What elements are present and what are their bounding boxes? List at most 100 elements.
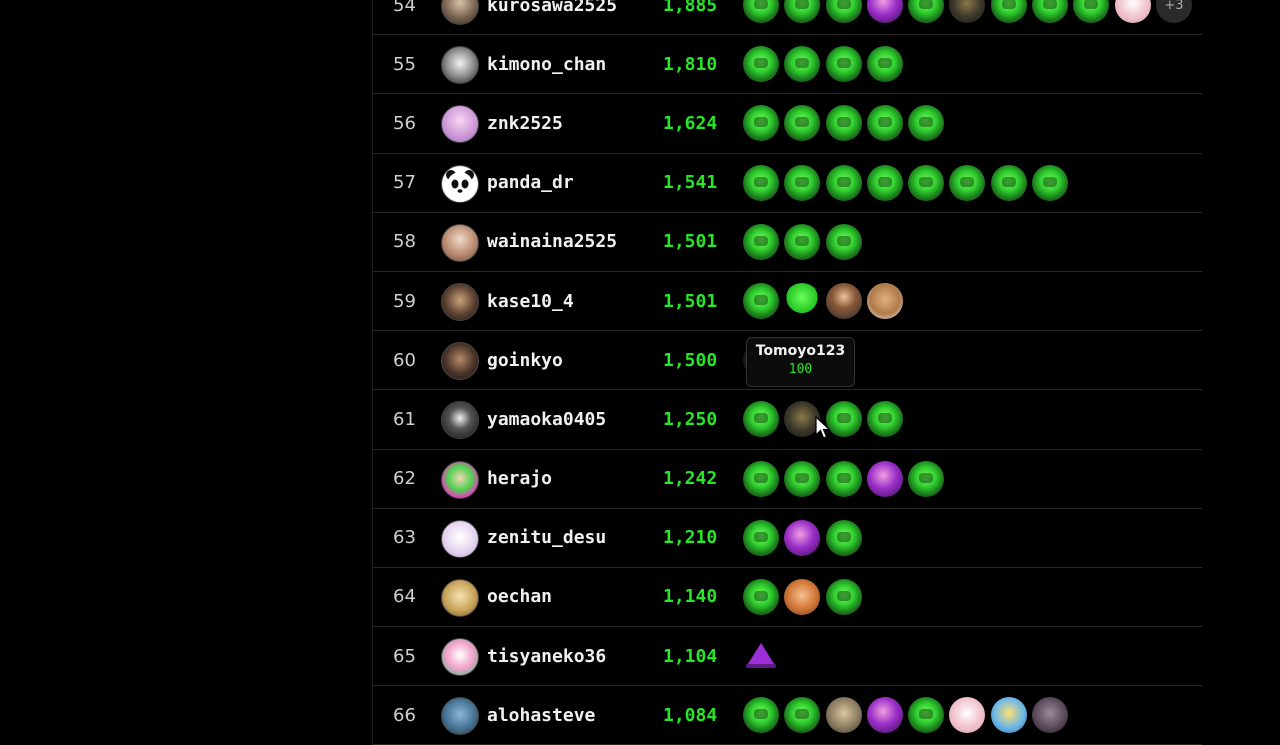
green-medal-icon[interactable] — [784, 697, 821, 734]
leaderboard-row[interactable]: 61 yamaoka0405 1,250 — [372, 390, 1202, 450]
green-medal-icon[interactable] — [743, 0, 779, 23]
leaderboard-row[interactable]: 66 alohasteve 1,084 — [372, 686, 1202, 745]
purple-portrait-badge-icon[interactable] — [866, 460, 903, 497]
sky-badge-icon[interactable] — [990, 697, 1027, 734]
orange-badge-icon[interactable] — [784, 578, 821, 615]
green-medal-icon[interactable] — [743, 164, 779, 201]
leaderboard-row[interactable]: 62 herajo 1,242 — [372, 449, 1202, 509]
green-medal-icon[interactable] — [743, 578, 779, 615]
green-medal-icon[interactable] — [825, 223, 862, 260]
green-medal-icon[interactable] — [908, 460, 945, 497]
purple-portrait-badge-icon[interactable] — [866, 0, 903, 23]
username[interactable]: oechan — [487, 568, 552, 626]
green-medal-icon[interactable] — [990, 0, 1027, 23]
green-medal-icon[interactable] — [1032, 0, 1069, 23]
green-medal-icon[interactable] — [866, 401, 903, 438]
green-medal-icon[interactable] — [825, 105, 862, 142]
username[interactable]: kase10_4 — [487, 272, 574, 330]
green-sticker-badge-icon[interactable] — [784, 282, 821, 319]
green-medal-icon[interactable] — [784, 223, 821, 260]
username[interactable]: alohasteve — [487, 686, 595, 744]
green-medal-icon[interactable] — [743, 460, 779, 497]
leaderboard-row[interactable]: 65 tisyaneko36 1,104 — [372, 627, 1202, 687]
user-avatar[interactable] — [441, 282, 479, 321]
leaderboard-row[interactable]: 64 oechan 1,140 — [372, 567, 1202, 628]
green-medal-icon[interactable] — [743, 282, 779, 319]
leaderboard-row[interactable]: 55 kimono_chan 1,810 — [372, 35, 1202, 95]
green-medal-icon[interactable] — [784, 46, 821, 83]
green-medal-icon[interactable] — [1073, 0, 1110, 23]
pink-badge-icon[interactable] — [949, 697, 986, 734]
green-medal-icon[interactable] — [784, 460, 821, 497]
user-avatar[interactable] — [441, 105, 479, 144]
green-medal-icon[interactable] — [743, 223, 779, 260]
user-avatar[interactable] — [441, 638, 479, 677]
username[interactable]: herajo — [487, 450, 552, 508]
username[interactable]: tisyaneko36 — [487, 627, 606, 685]
green-medal-icon[interactable] — [908, 0, 945, 23]
green-medal-icon[interactable] — [908, 697, 945, 734]
green-medal-icon[interactable] — [1032, 164, 1069, 201]
username[interactable]: kimono_chan — [487, 35, 606, 93]
tv-badge-icon[interactable] — [825, 697, 862, 734]
username[interactable]: kurosawa2525 — [487, 0, 617, 34]
username[interactable]: yamaoka0405 — [487, 390, 606, 448]
panda-avatar-icon[interactable] — [441, 164, 479, 203]
user-avatar[interactable] — [441, 223, 479, 262]
gray-badge-icon[interactable] — [1032, 697, 1069, 734]
more-badges-counter[interactable]: +3 — [1155, 0, 1192, 23]
user-avatar[interactable] — [441, 697, 479, 736]
user-avatar[interactable] — [441, 401, 479, 440]
green-medal-icon[interactable] — [866, 164, 903, 201]
leaderboard-row[interactable]: 54 kurosawa2525 1,885 +3 — [372, 0, 1202, 36]
user-avatar[interactable] — [441, 460, 479, 499]
username[interactable]: panda_dr — [487, 154, 574, 212]
green-medal-icon[interactable] — [825, 460, 862, 497]
bear-badge-icon[interactable] — [866, 282, 903, 319]
green-medal-icon[interactable] — [743, 697, 779, 734]
green-medal-icon[interactable] — [784, 164, 821, 201]
user-avatar[interactable] — [441, 342, 479, 381]
green-medal-icon[interactable] — [866, 105, 903, 142]
purple-portrait-badge-icon[interactable] — [866, 697, 903, 734]
leaderboard-row[interactable]: 63 zenitu_desu 1,210 — [372, 508, 1202, 568]
green-medal-icon[interactable] — [825, 519, 862, 556]
username[interactable]: goinkyo — [487, 331, 563, 389]
user-avatar[interactable] — [441, 46, 479, 85]
portrait-badge-icon[interactable] — [825, 282, 862, 319]
green-medal-icon[interactable] — [743, 105, 779, 142]
user-avatar[interactable] — [441, 519, 479, 558]
green-medal-icon[interactable] — [990, 164, 1027, 201]
green-medal-icon[interactable] — [743, 46, 779, 83]
score: 1,501 — [663, 231, 718, 253]
dark-badge-icon[interactable] — [949, 0, 986, 23]
green-medal-icon[interactable] — [949, 164, 986, 201]
leaderboard-row[interactable]: 59 kase10_4 1,501 — [372, 271, 1202, 332]
username[interactable]: znk2525 — [487, 94, 563, 152]
badge-list: +3 — [743, 0, 1197, 23]
username[interactable]: zenitu_desu — [487, 509, 606, 567]
user-avatar[interactable] — [441, 578, 479, 617]
green-medal-icon[interactable] — [825, 164, 862, 201]
username[interactable]: wainaina2525 — [487, 213, 617, 271]
user-avatar[interactable] — [441, 0, 479, 25]
green-medal-icon[interactable] — [743, 401, 779, 438]
leaderboard-row[interactable]: 57 panda_dr 1,541 — [372, 153, 1202, 213]
purple-triangle-badge-icon[interactable] — [743, 638, 779, 674]
green-medal-icon[interactable] — [866, 46, 903, 83]
score: 1,084 — [663, 704, 718, 726]
purple-portrait-badge-icon[interactable] — [784, 519, 821, 556]
green-medal-icon[interactable] — [743, 519, 779, 556]
green-medal-icon[interactable] — [825, 46, 862, 83]
leaderboard-row[interactable]: 58 wainaina2525 1,501 — [372, 212, 1202, 272]
badge-list — [743, 105, 949, 142]
green-medal-icon[interactable] — [908, 105, 945, 142]
green-medal-icon[interactable] — [908, 164, 945, 201]
green-medal-icon[interactable] — [784, 0, 821, 23]
rank-number: 62 — [393, 468, 416, 490]
green-medal-icon[interactable] — [825, 578, 862, 615]
pink-badge-icon[interactable] — [1114, 0, 1151, 23]
green-medal-icon[interactable] — [825, 0, 862, 23]
green-medal-icon[interactable] — [784, 105, 821, 142]
leaderboard-row[interactable]: 56 znk2525 1,624 — [372, 94, 1202, 154]
